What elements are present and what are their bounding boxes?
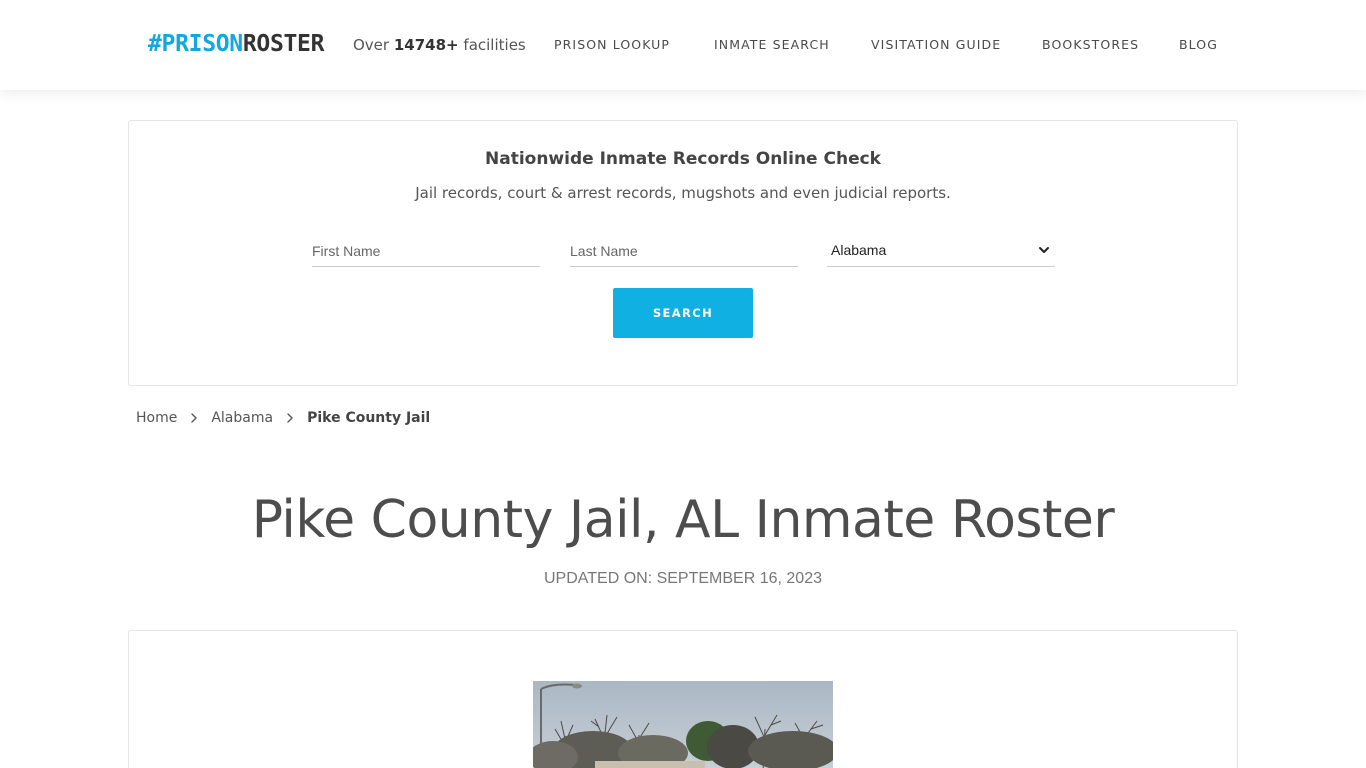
facility-photo-image	[533, 681, 833, 768]
nav-blog[interactable]: BLOG	[1179, 36, 1218, 54]
first-name-input[interactable]	[312, 235, 540, 267]
nav-bookstores[interactable]: BOOKSTORES	[1042, 36, 1139, 54]
nav-visitation-guide[interactable]: VISITATION GUIDE	[871, 36, 1001, 54]
breadcrumb-state[interactable]: Alabama	[211, 408, 273, 428]
breadcrumb: Home Alabama Pike County Jail	[136, 407, 430, 429]
site-header: #PRISONROSTER Over 14748+ facilities PRI…	[0, 0, 1366, 90]
state-select-value: Alabama	[831, 242, 887, 258]
facility-photo	[533, 681, 833, 768]
last-name-input[interactable]	[570, 235, 798, 267]
chevron-down-icon	[1039, 247, 1049, 253]
chevron-right-icon	[191, 413, 198, 423]
search-card-subtitle: Jail records, court & arrest records, mu…	[415, 184, 951, 202]
nav-prison-lookup[interactable]: PRISON LOOKUP	[554, 36, 670, 54]
chevron-right-icon	[287, 413, 293, 423]
breadcrumb-home[interactable]: Home	[136, 408, 177, 428]
search-button[interactable]: SEARCH	[613, 288, 753, 338]
nav-inmate-search[interactable]: INMATE SEARCH	[714, 36, 830, 54]
state-select[interactable]: Alabama	[827, 235, 1055, 267]
updated-date: UPDATED ON: SEPTEMBER 16, 2023	[543, 570, 822, 587]
main-nav: PRISON LOOKUP INMATE SEARCH VISITATION G…	[0, 36, 1366, 56]
search-card-title: Nationwide Inmate Records Online Check	[485, 149, 881, 169]
inmate-search-card: Nationwide Inmate Records Online Check J…	[128, 120, 1238, 386]
facility-content-card	[128, 630, 1238, 768]
breadcrumb-current: Pike County Jail	[307, 410, 431, 426]
page-title: Pike County Jail, AL Inmate Roster	[251, 490, 1115, 550]
